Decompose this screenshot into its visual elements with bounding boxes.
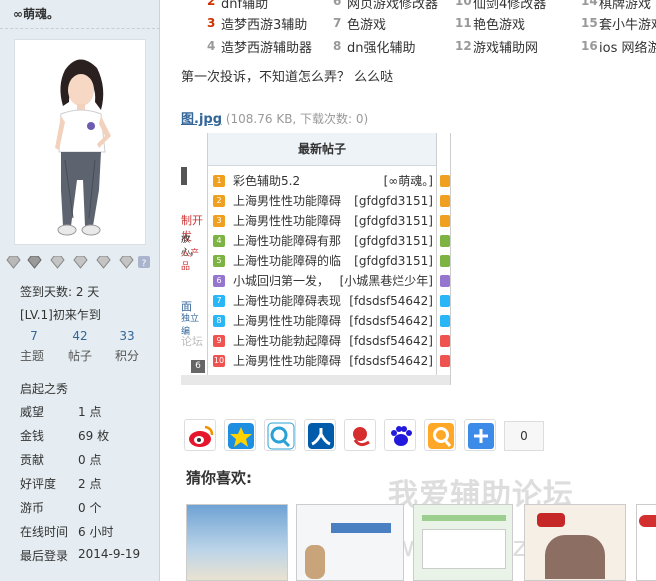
rank-title: 启起之秀 — [20, 382, 69, 396]
medal-icon[interactable] — [119, 255, 134, 269]
list-item[interactable]: 造梦西游辅助器 — [221, 37, 312, 56]
list-number: 3 — [207, 16, 216, 30]
stat-posts-count[interactable]: 42 — [60, 329, 100, 343]
stat-points-count[interactable]: 33 — [107, 329, 147, 343]
detail-value: 1 点 — [78, 405, 102, 419]
list-item[interactable]: 10 上海男性性功能障碍 [fdsdsf54642] — [213, 351, 435, 371]
detail-key: 在线时间 — [20, 525, 69, 539]
cropped-text: 人产品 — [181, 249, 200, 272]
detail-key: 金钱 — [20, 429, 45, 443]
list-item[interactable]: 网页游戏修改器 — [347, 0, 438, 12]
recommend-thumbnail[interactable] — [524, 504, 626, 581]
qq-icon[interactable] — [424, 419, 456, 451]
attachment-link[interactable]: 图.jpg — [181, 112, 222, 127]
weibo-icon[interactable] — [184, 419, 216, 451]
detail-value: 6 小时 — [78, 525, 114, 539]
list-number: 11 — [455, 16, 472, 30]
attached-image[interactable]: 制开发 放心。 人产品 面 独立编 论坛 6 最新帖子 1 彩色辅助5.2 [∞萌魂… — [181, 133, 451, 385]
username[interactable]: ∞萌魂。 — [13, 5, 59, 22]
attachment-meta: (108.76 KB, 下载次数: 0) — [225, 112, 369, 126]
cropped-text: 论坛 — [181, 335, 203, 348]
image-bottom-bar — [181, 375, 450, 385]
avatar[interactable] — [14, 39, 146, 245]
help-icon[interactable]: ? — [137, 256, 152, 269]
list-number: 7 — [333, 16, 342, 30]
baidu-icon[interactable] — [384, 419, 416, 451]
detail-value: 69 枚 — [78, 429, 110, 443]
image-left-panel: 制开发 放心。 人产品 面 独立编 论坛 6 — [181, 133, 208, 385]
attachment-info: 图.jpg (108.76 KB, 下载次数: 0) — [181, 108, 368, 127]
list-item[interactable]: 5 上海性功能障碍的临 [gfdgfd3151] — [213, 251, 435, 271]
detail-key: 游币 — [20, 501, 45, 515]
medal-icon[interactable] — [96, 255, 111, 269]
list-item[interactable]: 棋牌游戏 — [599, 0, 651, 12]
list-item[interactable]: dn强化辅助 — [347, 37, 416, 56]
list-number: 4 — [207, 39, 216, 53]
detail-value: 0 点 — [78, 453, 102, 467]
divider — [0, 28, 160, 29]
list-item[interactable]: ios 网络游戏 — [599, 37, 656, 56]
list-item[interactable]: 7 上海性功能障碍表现 [fdsdsf54642] — [213, 291, 435, 311]
detail-key: 好评度 — [20, 477, 57, 491]
stat-threads-count[interactable]: 7 — [14, 329, 54, 343]
list-number: 2 — [207, 0, 216, 8]
medal-icon[interactable] — [27, 255, 42, 269]
detail-value: 2014-9-19 — [78, 547, 141, 561]
list-item[interactable]: 6 小城回归第一发， [小城黑巷烂少年] — [213, 271, 435, 291]
user-level[interactable]: [LV.1]初来乍到 — [20, 306, 101, 323]
list-number: 6 — [333, 0, 342, 8]
list-item[interactable]: 套小牛游戏 — [599, 14, 656, 33]
list-item[interactable]: 造梦西游3辅助 — [221, 14, 307, 33]
list-item[interactable]: 8 上海男性性功能障碍 [fdsdsf54642] — [213, 311, 435, 331]
list-number: 12 — [455, 39, 472, 53]
list-item[interactable]: dnf辅助 — [221, 0, 268, 12]
medal-icon[interactable] — [50, 255, 65, 269]
stat-points-label: 积分 — [114, 349, 139, 363]
list-item[interactable]: 1 彩色辅助5.2 [∞萌魂。] — [213, 171, 435, 191]
share-count: 0 — [504, 421, 544, 451]
detail-key: 最后登录 — [20, 549, 69, 563]
list-number: 10 — [455, 0, 472, 8]
post-body-text: 第一次投诉，不知道怎么弄？ 么么哒 — [181, 70, 394, 85]
list-number: 16 — [581, 39, 598, 53]
list-item[interactable]: 色游戏 — [347, 14, 386, 33]
detail-value: 0 个 — [78, 501, 102, 515]
list-number: 15 — [581, 16, 598, 30]
list-item[interactable]: 9 上海性功能勃起障碍 [fdsdsf54642] — [213, 331, 435, 351]
list-item[interactable]: 4 上海性功能障碍有那 [gfdgfd3151] — [213, 231, 435, 251]
recommend-thumbnail[interactable] — [296, 504, 404, 581]
user-profile-sidebar: ∞萌魂。 ? 签到天数: 2 天 [LV.1]初来乍到 7 主题 42 帖子 3… — [0, 0, 160, 581]
latest-posts-title: 最新帖子 — [208, 133, 436, 166]
medal-row: ? — [6, 255, 154, 272]
detail-value: 2 点 — [78, 477, 102, 491]
checkin-days: 签到天数: 2 天 — [20, 285, 100, 299]
tencent-weibo-icon[interactable] — [264, 419, 296, 451]
section-title: 猜你喜欢: — [186, 469, 252, 487]
recommend-thumbnail[interactable] — [186, 504, 288, 581]
qzone-icon[interactable] — [224, 419, 256, 451]
list-item[interactable]: 仙剑4修改器 — [473, 0, 546, 12]
stat-threads-label: 主题 — [19, 349, 44, 363]
medal-icon[interactable] — [6, 255, 21, 269]
list-number: 14 — [581, 0, 598, 8]
renren-icon[interactable] — [304, 419, 336, 451]
plus-icon[interactable] — [464, 419, 496, 451]
list-item[interactable]: 游戏辅助网 — [473, 37, 538, 56]
recommend-thumbnail[interactable] — [413, 504, 513, 581]
medal-icon[interactable] — [73, 255, 88, 269]
list-item[interactable]: 2 上海男性性功能障碍 [gfdgfd3151] — [213, 191, 435, 211]
detail-key: 威望 — [20, 405, 45, 419]
list-item[interactable]: 3 上海男性性功能障碍 [gfdgfd3151] — [213, 211, 435, 231]
list-number: 8 — [333, 39, 342, 53]
svg-text:?: ? — [142, 259, 147, 269]
kaixin-icon[interactable] — [344, 419, 376, 451]
list-item[interactable]: 艳色游戏 — [473, 14, 525, 33]
recommend-thumbnail[interactable] — [636, 504, 656, 581]
stat-posts-label: 帖子 — [67, 349, 92, 363]
detail-key: 贡献 — [20, 453, 45, 467]
